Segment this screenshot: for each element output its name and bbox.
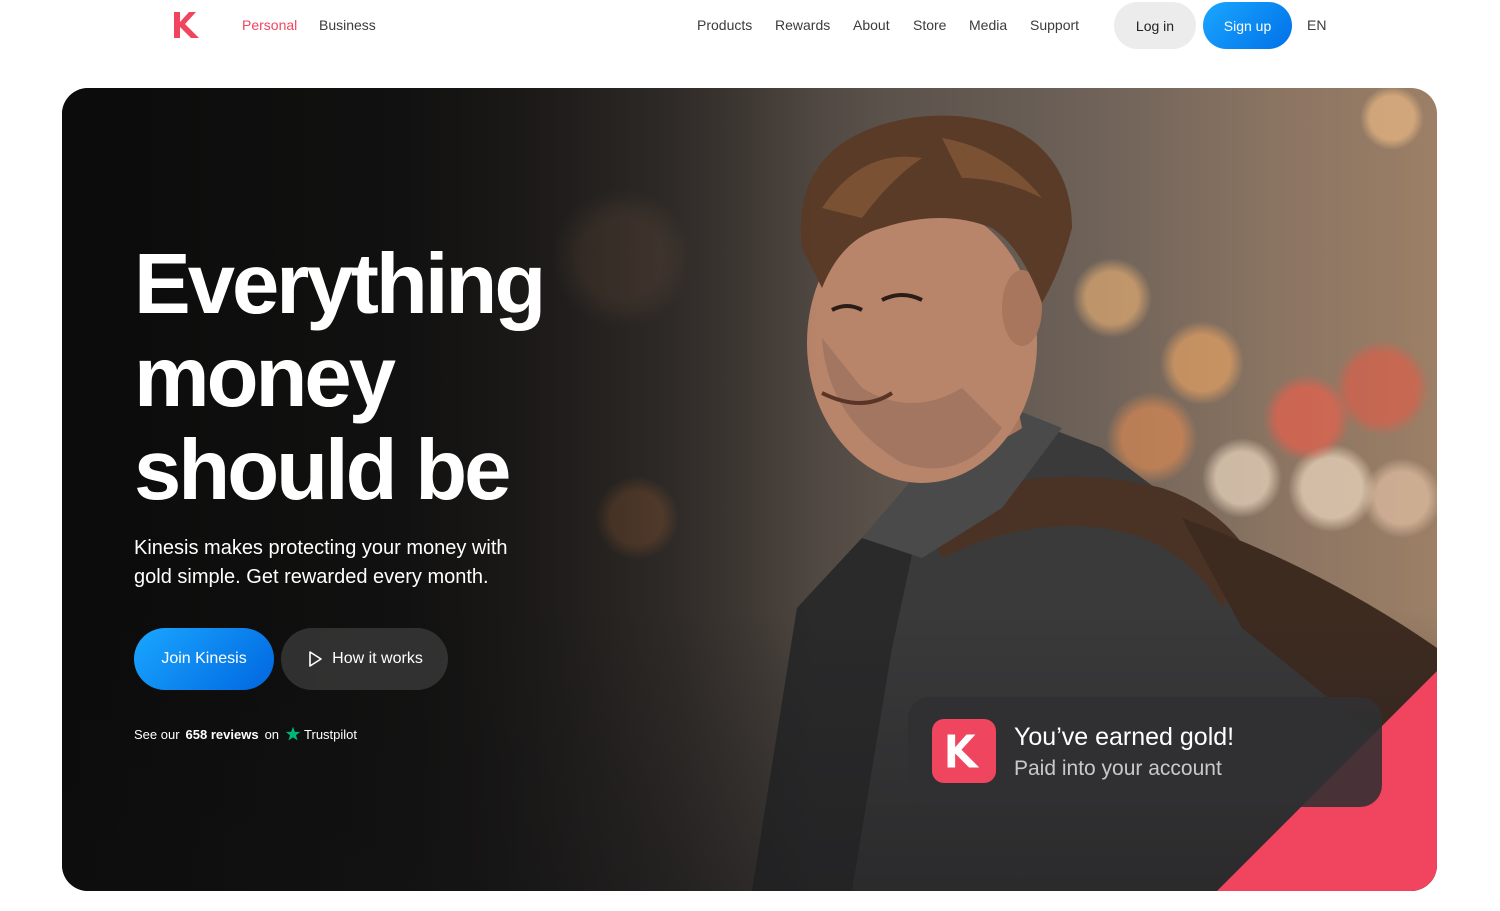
join-kinesis-button[interactable]: Join Kinesis (134, 628, 274, 690)
nav-about[interactable]: About (853, 17, 890, 33)
language-selector[interactable]: EN (1307, 17, 1326, 33)
headline-line-3: should be (134, 423, 511, 518)
segment-business-link[interactable]: Business (319, 17, 376, 33)
hero-section: Everything money should be Kinesis makes… (62, 88, 1437, 891)
top-navigation: Personal Business Products Rewards About… (0, 0, 1500, 52)
headline-line-1: Everything (134, 237, 546, 332)
login-button[interactable]: Log in (1114, 2, 1196, 49)
reviews-count[interactable]: 658 reviews (186, 727, 259, 742)
kinesis-k-icon (947, 734, 980, 768)
trustpilot-star-icon (285, 726, 301, 741)
reviews-suffix: on (264, 726, 280, 742)
segment-personal-link[interactable]: Personal (242, 17, 297, 33)
notification-subtitle: Paid into your account (1014, 757, 1222, 780)
how-it-works-label: How it works (332, 650, 423, 667)
play-icon (309, 651, 322, 667)
how-it-works-button[interactable]: How it works (281, 628, 448, 690)
nav-support[interactable]: Support (1030, 17, 1079, 33)
trustpilot-label: Trustpilot (304, 726, 358, 742)
signup-button[interactable]: Sign up (1203, 2, 1292, 49)
hero-headline: Everything money should be (134, 238, 674, 517)
reviews-prefix: See our (134, 726, 180, 742)
nav-store[interactable]: Store (913, 17, 946, 33)
nav-rewards[interactable]: Rewards (775, 17, 830, 33)
reviews-line: See our 658 reviews on Trustpilot (134, 726, 357, 742)
subtitle-line-1: Kinesis makes protecting your money with (134, 537, 508, 559)
subtitle-line-2: gold simple. Get rewarded every month. (134, 566, 489, 588)
kinesis-app-icon (932, 719, 996, 783)
nav-media[interactable]: Media (969, 17, 1007, 33)
trustpilot-link[interactable]: Trustpilot (285, 726, 357, 742)
earned-gold-notification: You’ve earned gold! Paid into your accou… (908, 697, 1382, 807)
hero-subtitle: Kinesis makes protecting your money with… (134, 534, 554, 592)
headline-line-2: money (134, 330, 396, 425)
notification-title: You’ve earned gold! (1014, 723, 1235, 751)
nav-products[interactable]: Products (697, 17, 752, 33)
kinesis-logo-icon[interactable] (172, 11, 202, 39)
